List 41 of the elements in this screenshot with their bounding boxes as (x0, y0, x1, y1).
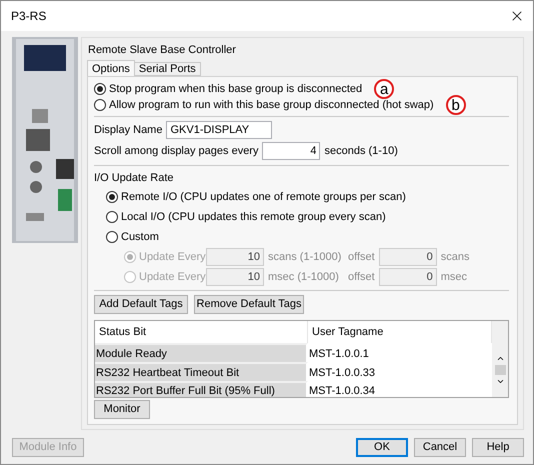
unit-label: seconds (1-10) (324, 145, 398, 157)
field-label: Scroll among display pages every (94, 145, 258, 157)
radio-circle[interactable] (94, 99, 106, 111)
radio-circle[interactable] (106, 191, 118, 203)
radio-option[interactable]: Custom (106, 231, 159, 243)
dialog-button[interactable]: Help (472, 438, 524, 456)
callout-label: b (446, 95, 466, 115)
unit-label: msec (1-1000) (268, 271, 340, 283)
radio-option[interactable]: Allow program to run with this base group disconnected (hot swap) (94, 99, 434, 111)
monitor-button[interactable]: Monitor (94, 400, 150, 418)
callout-label: a (374, 79, 394, 99)
field-label: Display Name (94, 124, 162, 136)
radio-option[interactable]: Stop program when this base group is disconnected (94, 83, 362, 95)
dialog-button[interactable]: OK (356, 438, 408, 456)
scroll-up-icon[interactable] (496, 354, 504, 363)
section-title: I/O Update Rate (94, 172, 174, 184)
unit-label: scans (440, 251, 470, 263)
display-name-field[interactable]: GKV1-DISPLAY (166, 121, 272, 139)
scroll-thumb[interactable] (494, 365, 506, 375)
scrollbar[interactable] (492, 321, 508, 397)
radio-circle[interactable] (106, 211, 118, 223)
radio-option[interactable]: Local I/O (CPU updates this remote group every scan) (106, 211, 386, 223)
panel-title: Remote Slave Base Controller (87, 43, 237, 58)
radio-option[interactable]: Remote I/O (CPU updates one of remote groups per scan) (106, 191, 406, 203)
window-title: P3-RS (11, 9, 46, 23)
table-cell: RS232 Heartbeat Timeout Bit (95, 362, 308, 381)
unit-label: scans (1-1000) (268, 251, 342, 263)
field-label: offset (348, 251, 375, 263)
table-cell: RS232 Port Buffer Full Bit (95% Full) (95, 381, 308, 397)
scroll-interval-field[interactable]: 4 (262, 142, 320, 160)
radio-circle[interactable] (94, 83, 106, 95)
unit-label: msec (440, 271, 467, 283)
field-label: offset (348, 271, 375, 283)
tab[interactable]: Options (87, 60, 135, 76)
tags-button[interactable]: Remove Default Tags (194, 294, 304, 314)
tab[interactable]: Serial Ports (134, 62, 201, 76)
dialog-button[interactable]: Cancel (414, 438, 466, 456)
scroll-down-icon[interactable] (496, 377, 504, 386)
radio-circle[interactable] (106, 231, 118, 243)
table-cell: Module Ready (95, 343, 308, 362)
tags-button[interactable]: Add Default Tags (94, 294, 188, 314)
